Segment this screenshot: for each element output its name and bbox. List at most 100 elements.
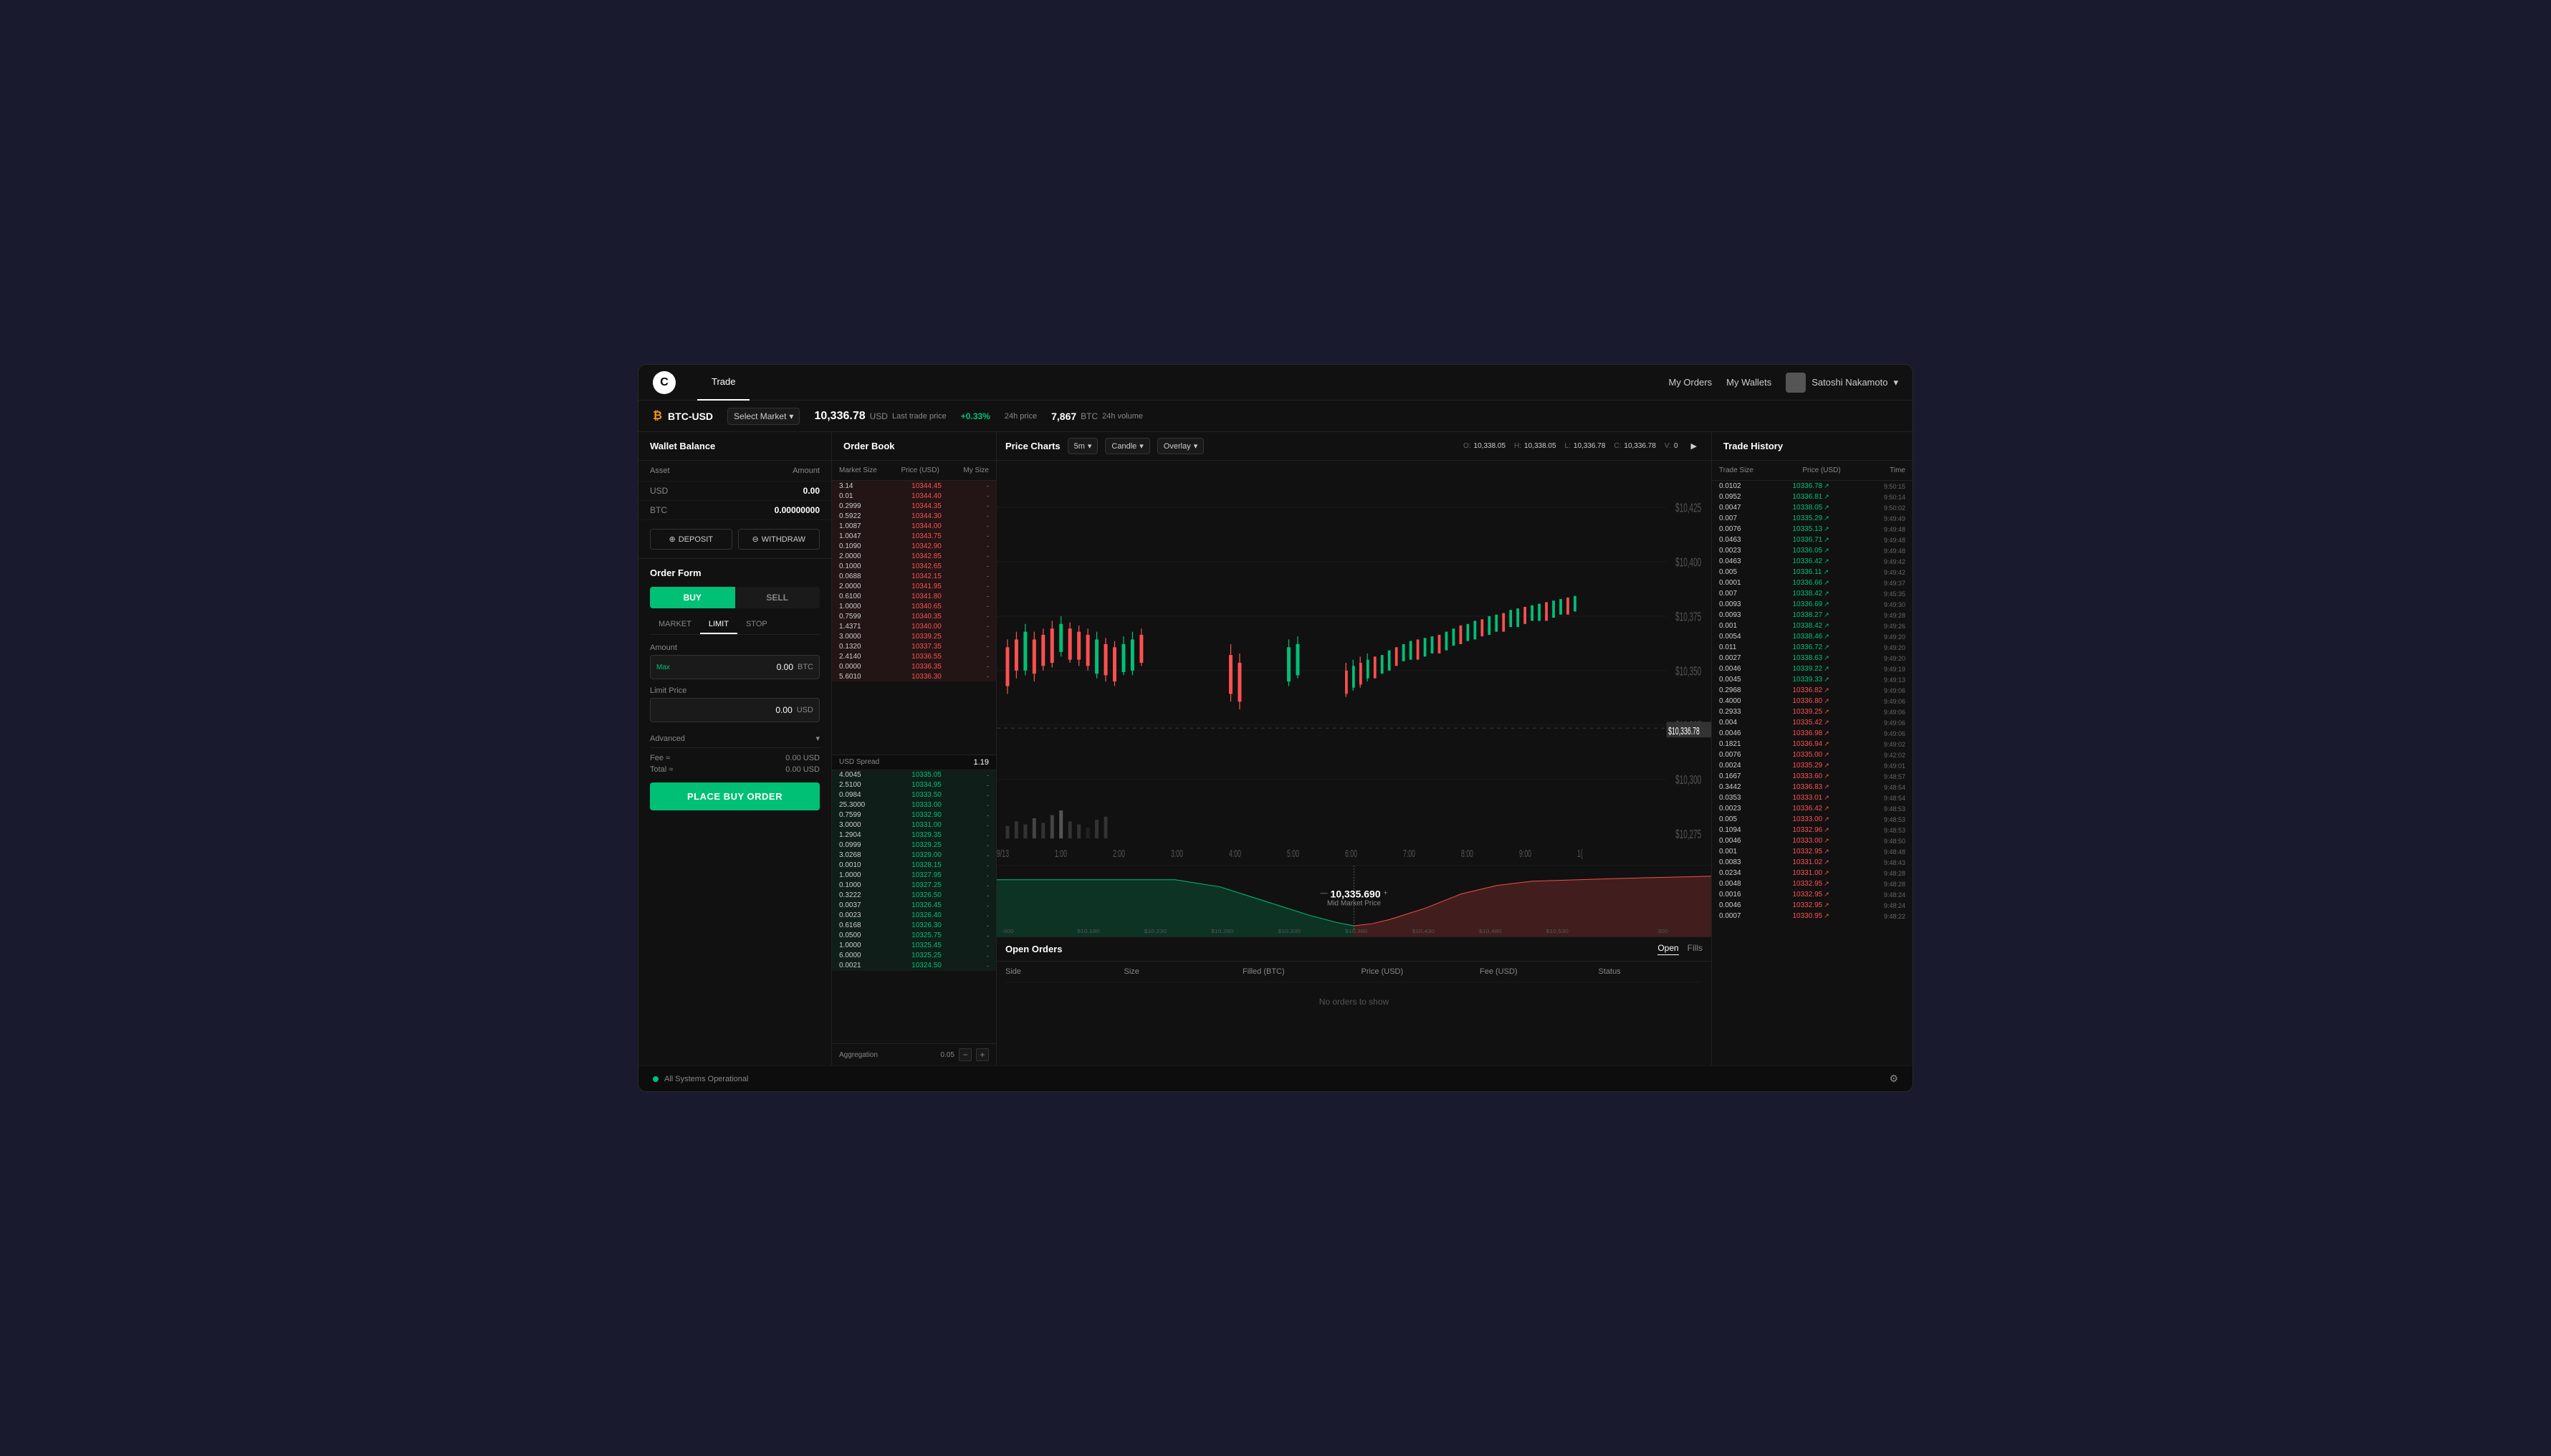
trade-history-row: 0.00710338.42 ↗9:45:35 bbox=[1712, 588, 1913, 599]
ob-bid-row[interactable]: 1.290410329.35- bbox=[832, 830, 996, 840]
svg-text:-300: -300 bbox=[1001, 929, 1014, 934]
ob-ask-row[interactable]: 2.000010341.95- bbox=[832, 581, 996, 591]
chevron-down-icon: ▾ bbox=[1194, 441, 1198, 451]
svg-text:$10,530: $10,530 bbox=[1546, 929, 1569, 934]
minus-icon: ⊖ bbox=[752, 535, 758, 544]
open-orders-panel: Open Orders Open Fills Side Size Filled … bbox=[997, 937, 1711, 1065]
ob-bid-row[interactable]: 0.098410333.50- bbox=[832, 790, 996, 800]
ob-bid-row[interactable]: 1.000010325.45- bbox=[832, 941, 996, 951]
ob-bid-row[interactable]: 1.000010327.95- bbox=[832, 871, 996, 881]
ob-ask-row[interactable]: 0.299910344.35- bbox=[832, 501, 996, 511]
chevron-down-icon: ▾ bbox=[1088, 441, 1092, 451]
tab-market[interactable]: MARKET bbox=[650, 616, 700, 634]
svg-text:$10,280: $10,280 bbox=[1211, 929, 1234, 934]
my-orders-btn[interactable]: My Orders bbox=[1668, 377, 1712, 388]
ob-bid-row[interactable]: 0.002110324.50- bbox=[832, 961, 996, 971]
ob-bid-row[interactable]: 25.300010333.00- bbox=[832, 800, 996, 810]
svg-text:4:00: 4:00 bbox=[1229, 848, 1241, 860]
sell-tab[interactable]: SELL bbox=[735, 587, 820, 608]
ob-ask-row[interactable]: 2.414010336.55- bbox=[832, 651, 996, 661]
trade-history-row: 0.00110338.42 ↗9:49:26 bbox=[1712, 621, 1913, 631]
svg-text:$10,380: $10,380 bbox=[1345, 929, 1368, 934]
app-logo[interactable]: C bbox=[653, 371, 676, 394]
wallet-table: Asset Amount USD 0.00 BTC 0.00000000 bbox=[638, 461, 831, 520]
ob-ask-row[interactable]: 5.601010336.30- bbox=[832, 671, 996, 681]
ob-ask-row[interactable]: 3.1410344.45- bbox=[832, 481, 996, 491]
timeframe-control[interactable]: 5m ▾ bbox=[1068, 438, 1099, 454]
price-currency: USD bbox=[870, 411, 888, 421]
tab-stop[interactable]: STOP bbox=[737, 616, 776, 634]
ob-bid-row[interactable]: 0.002310326.40- bbox=[832, 911, 996, 921]
ob-bid-row[interactable]: 0.050010325.75- bbox=[832, 931, 996, 941]
ob-bid-row[interactable]: 2.510010334.95- bbox=[832, 780, 996, 790]
ob-ask-row[interactable]: 3.000010339.25- bbox=[832, 631, 996, 641]
ob-ask-row[interactable]: 0.610010341.80- bbox=[832, 591, 996, 601]
plus-icon: ⊕ bbox=[669, 535, 675, 544]
settings-icon[interactable]: ⚙ bbox=[1889, 1073, 1898, 1085]
select-market-btn[interactable]: Select Market ▾ bbox=[727, 408, 800, 425]
withdraw-button[interactable]: ⊖ WITHDRAW bbox=[738, 529, 820, 550]
ob-bid-row[interactable]: 0.099910329.25- bbox=[832, 840, 996, 851]
ob-bids: 4.004510335.05-2.510010334.95-0.09841033… bbox=[832, 770, 996, 1044]
th-rows: 0.010210336.78 ↗9:50:150.095210336.81 ↗9… bbox=[1712, 481, 1913, 1065]
tab-limit[interactable]: LIMIT bbox=[700, 616, 737, 634]
ob-bid-row[interactable]: 3.000010331.00- bbox=[832, 820, 996, 830]
chart-play-btn[interactable]: ▶ bbox=[1685, 439, 1703, 454]
ob-bid-row[interactable]: 0.001010328.15- bbox=[832, 861, 996, 871]
ob-ask-row[interactable]: 2.000010342.85- bbox=[832, 551, 996, 561]
ob-bid-row[interactable]: 0.003710326.45- bbox=[832, 901, 996, 911]
ob-bid-row[interactable]: 0.616810326.30- bbox=[832, 921, 996, 931]
open-orders-tabs: Open Fills bbox=[1657, 943, 1703, 955]
svg-text:$10,330: $10,330 bbox=[1278, 929, 1301, 934]
limit-price-group: Limit Price USD bbox=[650, 686, 820, 722]
ob-bid-row[interactable]: 6.000010325.25- bbox=[832, 951, 996, 961]
ob-ask-row[interactable]: 0.0110344.40- bbox=[832, 491, 996, 501]
ob-ask-row[interactable]: 1.004710343.75- bbox=[832, 531, 996, 541]
agg-decrease-btn[interactable]: − bbox=[959, 1048, 972, 1061]
tab-open[interactable]: Open bbox=[1657, 943, 1678, 955]
limit-price-input[interactable] bbox=[656, 705, 793, 715]
place-order-button[interactable]: PLACE BUY ORDER bbox=[650, 782, 820, 810]
ob-bid-row[interactable]: 0.322210326.50- bbox=[832, 891, 996, 901]
last-trade-price: 10,336.78 bbox=[814, 410, 865, 423]
ob-ask-row[interactable]: 0.759910340.35- bbox=[832, 611, 996, 621]
tab-trade[interactable]: Trade bbox=[697, 365, 750, 401]
depth-chart: -300 $10,180 $10,230 $10,280 $10,330 $10… bbox=[997, 865, 1711, 937]
status-text: All Systems Operational bbox=[664, 1075, 748, 1083]
svg-text:6:00: 6:00 bbox=[1345, 848, 1357, 860]
tab-fills[interactable]: Fills bbox=[1688, 943, 1703, 955]
advanced-toggle[interactable]: Advanced ▾ bbox=[650, 729, 820, 748]
ob-ask-row[interactable]: 0.109010342.90- bbox=[832, 541, 996, 551]
chart-type-control[interactable]: Candle ▾ bbox=[1105, 438, 1149, 454]
amount-input[interactable] bbox=[670, 662, 793, 672]
my-wallets-btn[interactable]: My Wallets bbox=[1726, 377, 1771, 388]
ob-ask-row[interactable]: 0.592210344.30- bbox=[832, 511, 996, 521]
deposit-button[interactable]: ⊕ DEPOSIT bbox=[650, 529, 732, 550]
ob-ask-row[interactable]: 0.100010342.65- bbox=[832, 561, 996, 571]
agg-increase-btn[interactable]: + bbox=[976, 1048, 989, 1061]
ob-ask-row[interactable]: 1.008710344.00- bbox=[832, 521, 996, 531]
svg-text:5:00: 5:00 bbox=[1287, 848, 1299, 860]
ob-ask-row[interactable]: 0.132010337.35- bbox=[832, 641, 996, 651]
candlestick-chart[interactable]: $10,425 $10,400 $10,375 $10,350 $10,325 … bbox=[997, 461, 1711, 865]
trade-history-row: 0.035310333.01 ↗9:48:54 bbox=[1712, 792, 1913, 803]
app-container: C Trade My Orders My Wallets Satoshi Nak… bbox=[638, 364, 1913, 1092]
order-type-tabs: MARKET LIMIT STOP bbox=[650, 616, 820, 635]
ob-bid-row[interactable]: 0.100010327.25- bbox=[832, 881, 996, 891]
ob-bid-row[interactable]: 0.759910332.90- bbox=[832, 810, 996, 820]
ob-ask-row[interactable]: 0.068810342.15- bbox=[832, 571, 996, 581]
ob-bid-row[interactable]: 4.004510335.05- bbox=[832, 770, 996, 780]
max-label[interactable]: Max bbox=[656, 664, 670, 671]
ob-ask-row[interactable]: 1.000010340.65- bbox=[832, 601, 996, 611]
ob-bid-row[interactable]: 3.026810329.00- bbox=[832, 851, 996, 861]
chevron-down-icon: ▾ bbox=[1139, 441, 1144, 451]
trade-history-row: 0.344210336.83 ↗9:48:54 bbox=[1712, 782, 1913, 792]
ob-ask-row[interactable]: 1.437110340.00- bbox=[832, 621, 996, 631]
ob-ask-row[interactable]: 0.000010336.35- bbox=[832, 661, 996, 671]
trade-history-row: 0.095210336.81 ↗9:50:14 bbox=[1712, 492, 1913, 502]
svg-text:$10,480: $10,480 bbox=[1479, 929, 1502, 934]
price-change-label: 24h price bbox=[1005, 412, 1037, 421]
user-profile[interactable]: Satoshi Nakamoto ▾ bbox=[1786, 373, 1898, 393]
overlay-control[interactable]: Overlay ▾ bbox=[1157, 438, 1204, 454]
buy-tab[interactable]: BUY bbox=[650, 587, 735, 608]
